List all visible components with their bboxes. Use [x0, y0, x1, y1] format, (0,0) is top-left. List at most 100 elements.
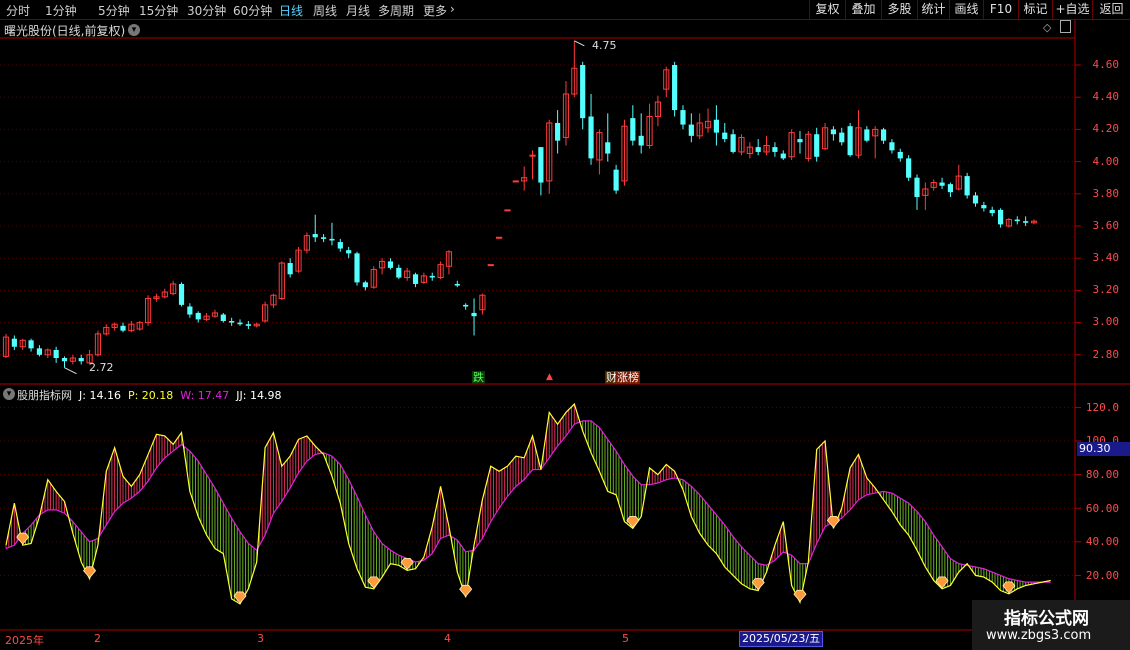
- candle-body: [1030, 220, 1038, 224]
- candle-body: [346, 250, 352, 254]
- diamond-marker-icon: [826, 515, 840, 528]
- x-axis-label: 3: [257, 632, 264, 645]
- candle-body: [61, 358, 68, 362]
- w-label: W:: [180, 389, 195, 402]
- toolbar-button-1[interactable]: 叠加: [845, 0, 881, 19]
- price-tick: 3.40: [1092, 251, 1120, 264]
- candle-body: [997, 209, 1004, 225]
- candle-body: [788, 132, 795, 158]
- timeframe-tab-9[interactable]: 多周期: [378, 2, 414, 19]
- candle-body: [354, 253, 360, 283]
- candle-body: [555, 122, 561, 141]
- timeframe-tab-1[interactable]: 1分钟: [45, 2, 77, 19]
- candle-body: [471, 312, 477, 317]
- price-tick: 3.60: [1092, 219, 1120, 232]
- candle-body: [872, 128, 879, 137]
- timeframe-tab-3[interactable]: 15分钟: [139, 2, 178, 19]
- candle-body: [103, 326, 110, 335]
- candle-body: [596, 132, 603, 161]
- price-tick: 2.80: [1092, 348, 1120, 361]
- indicator-tick: 80.00: [1085, 468, 1119, 481]
- chevron-down-icon[interactable]: ▾: [3, 388, 15, 400]
- candle-body: [521, 177, 528, 182]
- diamond-marker-icon: [626, 515, 640, 528]
- candle-body: [839, 132, 845, 143]
- timeframe-tab-10[interactable]: 更多: [423, 2, 447, 19]
- price-tick: 4.20: [1092, 122, 1120, 135]
- stock-title: 曙光股份(日线,前复权): [4, 24, 126, 38]
- candle-body: [981, 205, 987, 209]
- candle-body: [580, 65, 586, 119]
- toolbar-button-4[interactable]: 画线: [949, 0, 983, 19]
- candle-body: [261, 304, 269, 322]
- price-indicator-chart[interactable]: [0, 0, 1130, 650]
- candle-body: [295, 249, 302, 272]
- event-tag-limit-up[interactable]: 涨榜: [616, 371, 640, 384]
- candle-body: [797, 139, 803, 143]
- candle-body: [605, 142, 611, 154]
- diamond-icon[interactable]: ◇: [1043, 21, 1051, 34]
- candle-body: [1023, 221, 1029, 223]
- candle-body: [830, 129, 837, 135]
- candle-body: [654, 101, 661, 118]
- jj-label: JJ:: [236, 389, 247, 402]
- candle-body: [420, 275, 427, 283]
- candle-body: [512, 180, 519, 183]
- candle-body: [220, 314, 226, 321]
- layout-icon[interactable]: [1060, 20, 1071, 33]
- candle-body: [36, 348, 43, 355]
- candle-body: [805, 133, 812, 159]
- low-pointer: [64, 367, 77, 375]
- candle-body: [2, 336, 10, 357]
- w-value: 17.47: [197, 389, 230, 402]
- timeframe-tab-2[interactable]: 5分钟: [98, 2, 130, 19]
- event-tag-down[interactable]: 跌: [472, 371, 485, 384]
- toolbar-button-5[interactable]: F10: [983, 0, 1018, 19]
- candle-body: [203, 315, 210, 320]
- toolbar-button-0[interactable]: 复权: [809, 0, 845, 19]
- toolbar-button-7[interactable]: +自选: [1052, 0, 1092, 19]
- toolbar-button-2[interactable]: 多股: [881, 0, 917, 19]
- candle-body: [722, 132, 728, 140]
- event-tag-up[interactable]: ▲: [545, 371, 554, 384]
- price-tick: 4.40: [1092, 90, 1120, 103]
- candle-body: [429, 275, 435, 278]
- timeframe-tab-7[interactable]: 周线: [313, 2, 337, 19]
- candle-body: [730, 134, 736, 152]
- jj-value: 14.98: [249, 389, 282, 402]
- toolbar-button-3[interactable]: 统计: [917, 0, 949, 19]
- candle-body: [144, 297, 152, 324]
- j-value: 14.16: [89, 389, 121, 402]
- timeframe-tab-6[interactable]: 日线: [279, 2, 303, 19]
- chevron-down-icon[interactable]: ▾: [128, 24, 140, 36]
- price-tick: 4.00: [1092, 155, 1120, 168]
- timeframe-tab-8[interactable]: 月线: [346, 2, 370, 19]
- toolbar-button-6[interactable]: 标记: [1018, 0, 1052, 19]
- toolbar-button-8[interactable]: 返回: [1092, 0, 1130, 19]
- indicator-tick: 60.00: [1085, 502, 1119, 515]
- low-price-label: 2.72: [89, 361, 114, 374]
- timeframe-tab-5[interactable]: 60分钟: [233, 2, 272, 19]
- candle-body: [11, 338, 17, 347]
- candle-body: [713, 119, 719, 133]
- candle-body: [404, 270, 411, 279]
- x-axis-label: 4: [444, 632, 451, 645]
- watermark-title: 指标公式网: [1004, 609, 1089, 629]
- candle-body: [755, 147, 761, 152]
- candle-body: [588, 116, 594, 159]
- candle-body: [638, 135, 644, 146]
- candle-body: [1014, 219, 1020, 222]
- candle-body: [955, 175, 962, 190]
- candle-body: [379, 260, 386, 269]
- j-line: [5, 402, 1051, 605]
- candle-body: [763, 145, 770, 153]
- candle-body: [922, 188, 929, 196]
- chevron-right-icon[interactable]: ›: [450, 2, 455, 16]
- high-pointer: [574, 40, 585, 47]
- candle-body: [278, 262, 285, 299]
- timeframe-tab-4[interactable]: 30分钟: [187, 2, 226, 19]
- cursor-date-label: 2025/05/23/五: [739, 631, 824, 647]
- diamond-marker-icon: [400, 557, 414, 570]
- timeframe-tab-0[interactable]: 分时: [6, 2, 30, 19]
- candle-body: [111, 323, 118, 328]
